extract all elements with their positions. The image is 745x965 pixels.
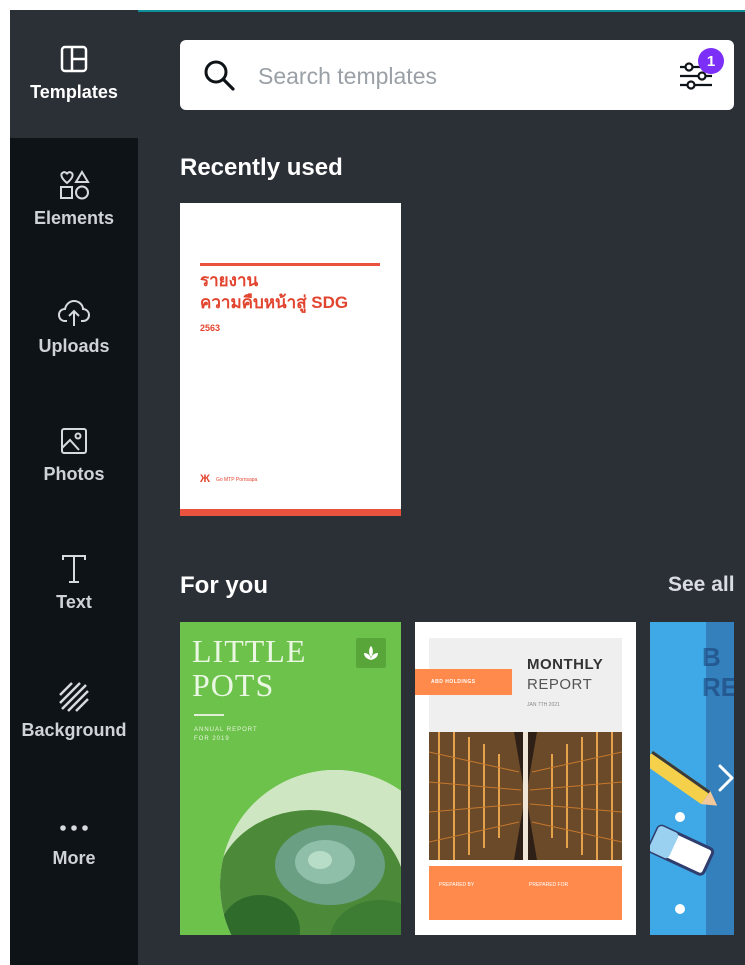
for-you-heading: For you	[180, 572, 268, 599]
sidebar-item-label: Templates	[30, 82, 118, 102]
template-title-line1: MONTHLY	[527, 656, 604, 673]
sidebar-item-background[interactable]: Background	[10, 680, 138, 800]
template-title-line2: REPORT	[527, 676, 593, 693]
search-input[interactable]	[256, 56, 640, 96]
template-date: JAN 7TH 2021	[527, 702, 560, 708]
template-footer-bar	[429, 866, 622, 920]
template-footer-text: Go MTP Pornsapa	[216, 477, 258, 483]
leaf-icon	[356, 638, 386, 668]
template-logo-icon: Ж	[200, 473, 210, 485]
sidebar-item-label: Elements	[33, 208, 115, 228]
sidebar-item-label: Background	[21, 720, 127, 740]
template-footer-right: PREPARED FOR	[529, 882, 569, 888]
templates-icon	[57, 42, 91, 76]
search-bar: 1	[180, 40, 734, 110]
template-title-line1: รายงาน	[200, 271, 259, 290]
template-title-line2: ความคืบหน้าสู่ SDG	[200, 293, 349, 312]
filter-count-badge: 1	[698, 48, 724, 74]
sidebar-item-more[interactable]: More	[10, 808, 138, 928]
sidebar-item-photos[interactable]: Photos	[10, 424, 138, 544]
sidebar-item-label: Text	[56, 592, 92, 612]
sidebar-item-label: More	[52, 848, 96, 868]
search-icon	[202, 58, 236, 97]
elements-icon	[57, 168, 91, 202]
background-pattern-icon	[57, 680, 91, 714]
upload-cloud-icon	[57, 296, 91, 330]
template-tag: ABD HOLDINGS	[431, 679, 476, 685]
template-bottom-bar	[180, 509, 401, 516]
template-card-sdg-report[interactable]: รายงาน ความคืบหน้าสู่ SDG 2563 Ж Go MTP …	[180, 203, 401, 516]
sidebar-item-text[interactable]: Text	[10, 552, 138, 672]
sidebar: Templates Elements Uploads Photos Text B…	[10, 10, 138, 965]
template-divider	[194, 714, 224, 716]
recently-used-heading: Recently used	[180, 154, 343, 181]
see-all-link[interactable]: See all	[668, 573, 735, 597]
template-rule	[200, 263, 380, 266]
building-photo	[429, 732, 622, 860]
template-card-little-pots[interactable]: LITTLE POTS ANNUAL REPORT FOR 2019	[180, 622, 401, 935]
template-subtitle: ANNUAL REPORT FOR 2019	[194, 727, 258, 742]
template-title: LITTLE POTS	[192, 633, 307, 703]
sidebar-item-templates[interactable]: Templates	[10, 42, 138, 162]
templates-panel-app: Templates Elements Uploads Photos Text B…	[10, 10, 745, 965]
template-year: 2563	[200, 323, 221, 333]
sidebar-item-label: Uploads	[38, 336, 110, 356]
sidebar-item-elements[interactable]: Elements	[10, 168, 138, 288]
template-footer-left: PREPARED BY	[439, 882, 475, 888]
sidebar-item-label: Photos	[43, 464, 105, 484]
succulent-photo	[220, 770, 401, 935]
photo-icon	[57, 424, 91, 458]
text-icon	[57, 552, 91, 586]
more-dots-icon	[57, 808, 91, 842]
chevron-right-icon[interactable]	[710, 758, 740, 798]
template-title: B RE	[702, 642, 734, 702]
sidebar-item-uploads[interactable]: Uploads	[10, 296, 138, 416]
template-card-monthly-report[interactable]: MONTHLY REPORT JAN 7TH 2021 ABD HOLDINGS	[415, 622, 636, 935]
